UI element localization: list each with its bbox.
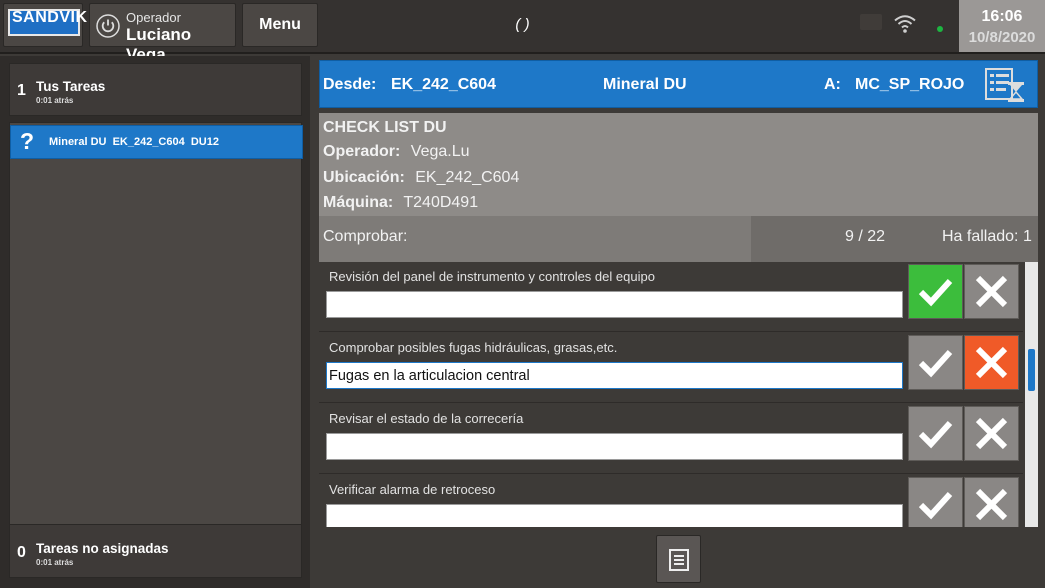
fail-button[interactable] (964, 264, 1019, 319)
unassigned-title: Tareas no asignadas (36, 541, 169, 556)
checklist-title: CHECK LIST DU (323, 119, 447, 136)
top-bar: SANDVIK Operador Luciano Vega Menu ( ) 1… (0, 0, 1045, 64)
to-value: MC_SP_ROJO (855, 76, 965, 93)
location-row-value: EK_242_C604 (415, 169, 520, 186)
check-icon (918, 278, 953, 307)
checklist-items: Revisión del panel de instrumento y cont… (319, 262, 1038, 527)
pass-button[interactable] (908, 406, 963, 461)
progress-counter: 9 / 22 (845, 228, 886, 245)
clock: 16:06 10/8/2020 (959, 0, 1045, 52)
x-icon (975, 346, 1008, 379)
from-value: EK_242_C604 (391, 76, 496, 93)
fail-button[interactable] (964, 406, 1019, 461)
checklist-item: Comprobar posibles fugas hidráulicas, gr… (319, 333, 1023, 403)
document-icon (669, 549, 689, 571)
my-tasks-header[interactable]: 1 Tus Tareas 0:01 atrás (9, 63, 302, 116)
pass-button[interactable] (908, 335, 963, 390)
x-icon (975, 275, 1008, 308)
pass-button[interactable] (908, 264, 963, 319)
route-bar: Desde: EK_242_C604 Mineral DU A: MC_SP_R… (319, 60, 1038, 108)
item-label: Comprobar posibles fugas hidráulicas, gr… (329, 340, 618, 355)
notes-button[interactable] (656, 535, 701, 583)
check-icon (918, 491, 953, 520)
unassigned-time: 0:01 atrás (36, 558, 74, 567)
my-tasks-time: 0:01 atrás (36, 96, 74, 105)
checklist-item: Revisión del panel de instrumento y cont… (319, 262, 1023, 332)
unassigned-tasks-header[interactable]: 0 Tareas no asignadas 0:01 atrás (9, 524, 302, 578)
my-tasks-title: Tus Tareas (36, 79, 106, 94)
checklist-item: Verificar alarma de retroceso (319, 475, 1023, 527)
scrollbar[interactable] (1025, 262, 1038, 527)
location-row: Ubicación: EK_242_C604 (323, 169, 519, 187)
check-icon (918, 349, 953, 378)
task-item-label: Mineral DU EK_242_C604 DU12 (49, 136, 219, 148)
question-icon: ? (20, 128, 35, 154)
item-comment-input[interactable] (326, 362, 903, 389)
to-label: A: (824, 76, 841, 93)
screen-icon (860, 14, 882, 30)
power-icon (96, 14, 120, 38)
check-icon (918, 420, 953, 449)
operator-label: Operador (126, 10, 181, 25)
pass-button[interactable] (908, 477, 963, 527)
item-comment-input[interactable] (326, 504, 903, 527)
scrollbar-thumb[interactable] (1028, 349, 1035, 391)
connection-status-text: ( ) (515, 16, 530, 33)
machine-row-value: T240D491 (403, 194, 479, 211)
item-label: Verificar alarma de retroceso (329, 482, 496, 497)
sandvik-logo: SANDVIK (8, 9, 87, 36)
menu-button[interactable]: Menu (242, 3, 318, 47)
machine-row: Máquina: T240D491 (323, 194, 478, 212)
checklist-item: Revisar el estado de la correcería (319, 404, 1023, 474)
clock-time: 16:06 (981, 8, 1023, 25)
operator-row-label: Operador: (323, 143, 401, 160)
location-row-label: Ubicación: (323, 169, 405, 186)
item-comment-input[interactable] (326, 291, 903, 318)
status-indicator (937, 26, 943, 32)
task-item[interactable]: ? Mineral DU EK_242_C604 DU12 (10, 125, 303, 159)
logo-button[interactable]: SANDVIK (3, 3, 87, 47)
clock-date: 10/8/2020 (968, 29, 1036, 46)
operator-row-value: Vega.Lu (410, 143, 470, 160)
unassigned-count: 0 (17, 544, 26, 561)
task-sidebar: 1 Tus Tareas 0:01 atrás ? Mineral DU EK_… (0, 56, 310, 588)
material-value: Mineral DU (603, 76, 687, 93)
fail-button[interactable] (964, 335, 1019, 390)
task-list: ? Mineral DU EK_242_C604 DU12 (9, 122, 303, 569)
operator-row: Operador: Vega.Lu (323, 143, 470, 161)
failed-count: Ha fallado: 1 (942, 228, 1032, 245)
list-hourglass-icon[interactable] (984, 66, 1026, 104)
operator-button[interactable]: Operador Luciano Vega (89, 3, 236, 64)
machine-row-label: Máquina: (323, 194, 394, 211)
from-label: Desde: (323, 76, 377, 93)
my-tasks-count: 1 (17, 82, 26, 99)
x-icon (975, 488, 1008, 521)
x-icon (975, 417, 1008, 450)
item-comment-input[interactable] (326, 433, 903, 460)
check-label: Comprobar: (323, 228, 408, 245)
wifi-icon (894, 15, 916, 33)
item-label: Revisar el estado de la correcería (329, 411, 524, 426)
item-label: Revisión del panel de instrumento y cont… (329, 269, 655, 284)
check-progress-row: Comprobar: 9 / 22 Ha fallado: 1 (319, 216, 1038, 262)
checklist-info: CHECK LIST DU Operador: Vega.Lu Ubicació… (319, 113, 1038, 262)
fail-button[interactable] (964, 477, 1019, 527)
progress-box: 9 / 22 Ha fallado: 1 (751, 216, 1038, 262)
